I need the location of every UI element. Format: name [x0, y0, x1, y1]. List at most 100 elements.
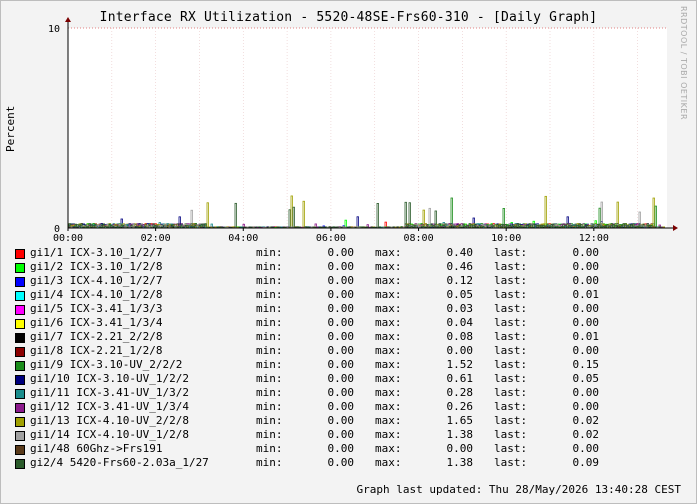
legend-row: gi1/13 ICX-4.10-UV_2/2/8 min: 0.00 max: 1.65…: [0, 414, 697, 428]
max-value: 1.38: [446, 428, 474, 441]
last-label: last:: [494, 330, 528, 343]
chart-area: 12:0014:0016:0018:0020:0022:0000:0002:00…: [48, 17, 678, 244]
legend-series-name: gi1/3 ICX-4.10_1/2/7: [30, 274, 163, 287]
min-value: 0.00: [327, 414, 355, 427]
max-label: max:: [375, 456, 402, 469]
last-value: 0.00: [572, 302, 600, 315]
max-value: 0.05: [446, 288, 474, 301]
last-label: last:: [494, 400, 528, 413]
x-tick-label: 08:00: [403, 233, 433, 244]
max-value: 0.00: [446, 344, 474, 357]
legend-series-name: gi1/11 ICX-3.41-UV_1/3/2: [30, 386, 189, 399]
y-tick-label: 10: [48, 24, 60, 35]
last-value: 0.02: [572, 414, 600, 427]
max-value: 0.04: [446, 316, 474, 329]
min-label: min:: [256, 372, 283, 385]
min-label: min:: [256, 414, 283, 427]
min-label: min:: [256, 288, 283, 301]
min-value: 0.00: [327, 302, 355, 315]
legend-row: gi1/4 ICX-4.10_1/2/8 min: 0.00 max: 0.05 last…: [0, 288, 697, 302]
last-updated-text: Graph last updated: Thu 28/May/2026 13:4…: [356, 483, 681, 496]
max-label: max:: [375, 428, 402, 441]
legend-row: gi1/1 ICX-3.10_1/2/7 min: 0.00 max: 0.40 last…: [0, 246, 697, 260]
min-value: 0.00: [327, 442, 355, 455]
legend-row: gi1/7 ICX-2.21_2/2/8 min: 0.00 max: 0.08 last…: [0, 330, 697, 344]
min-label: min:: [256, 400, 283, 413]
last-label: last:: [494, 344, 528, 357]
legend-swatch: [15, 445, 25, 455]
legend-row: gi1/3 ICX-4.10_1/2/7 min: 0.00 max: 0.12 last…: [0, 274, 697, 288]
legend-row: gi1/6 ICX-3.41_1/3/4 min: 0.00 max: 0.04 last…: [0, 316, 697, 330]
legend-swatch: [15, 319, 25, 329]
legend-series-name: gi1/7 ICX-2.21_2/2/8: [30, 330, 163, 343]
max-value: 1.38: [446, 456, 474, 469]
max-label: max:: [375, 274, 402, 287]
min-value: 0.00: [327, 260, 355, 273]
legend-row: gi1/9 ICX-3.10-UV_2/2/2 min: 0.00 max: 1.52 l…: [0, 358, 697, 372]
legend-row: gi1/2 ICX-3.10_1/2/8 min: 0.00 max: 0.46 last…: [0, 260, 697, 274]
y-axis-arrow: [65, 17, 71, 22]
min-label: min:: [256, 274, 283, 287]
max-label: max:: [375, 302, 402, 315]
max-value: 0.00: [446, 442, 474, 455]
min-value: 0.00: [327, 400, 355, 413]
min-label: min:: [256, 442, 283, 455]
last-label: last:: [494, 372, 528, 385]
legend-series-name: gi1/2 ICX-3.10_1/2/8: [30, 260, 163, 273]
min-label: min:: [256, 428, 283, 441]
x-axis-arrow: [673, 225, 678, 231]
min-value: 0.00: [327, 316, 355, 329]
max-label: max:: [375, 330, 402, 343]
min-label: min:: [256, 316, 283, 329]
legend-swatch: [15, 291, 25, 301]
legend-series-name: gi1/5 ICX-3.41_1/3/3: [30, 302, 163, 315]
legend-series-name: gi1/14 ICX-4.10-UV_1/2/8: [30, 428, 189, 441]
legend-swatch: [15, 403, 25, 413]
max-value: 1.65: [446, 414, 474, 427]
last-value: 0.00: [572, 442, 600, 455]
last-value: 0.02: [572, 428, 600, 441]
max-label: max:: [375, 260, 402, 273]
legend-swatch: [15, 347, 25, 357]
last-label: last:: [494, 358, 528, 371]
legend-row: gi1/11 ICX-3.41-UV_1/3/2 min: 0.00 max: 0.28…: [0, 386, 697, 400]
max-value: 0.40: [446, 246, 474, 259]
legend-series-name: gi1/12 ICX-3.41-UV_1/3/4: [30, 400, 189, 413]
legend-row: gi1/12 ICX-3.41-UV_1/3/4 min: 0.00 max: 0.26…: [0, 400, 697, 414]
legend-row: gi2/4 5420-Frs60-2.03a_1/27 min: 0.00 max: 1…: [0, 456, 697, 470]
legend-swatch: [15, 361, 25, 371]
x-tick-label: 04:00: [228, 233, 258, 244]
x-tick-label: 02:00: [141, 233, 171, 244]
legend-swatch: [15, 431, 25, 441]
legend-swatch: [15, 333, 25, 343]
max-label: max:: [375, 344, 402, 357]
min-label: min:: [256, 260, 283, 273]
max-label: max:: [375, 414, 402, 427]
legend-series-name: gi1/13 ICX-4.10-UV_2/2/8: [30, 414, 189, 427]
min-label: min:: [256, 330, 283, 343]
x-tick-label: 10:00: [491, 233, 521, 244]
last-label: last:: [494, 246, 528, 259]
min-value: 0.00: [327, 386, 355, 399]
legend-row: gi1/5 ICX-3.41_1/3/3 min: 0.00 max: 0.03 last…: [0, 302, 697, 316]
last-value: 0.00: [572, 246, 600, 259]
last-label: last:: [494, 414, 528, 427]
legend-row: gi1/10 ICX-3.10-UV_1/2/2 min: 0.00 max: 0.61…: [0, 372, 697, 386]
legend-swatch: [15, 417, 25, 427]
max-value: 0.08: [446, 330, 474, 343]
max-label: max:: [375, 246, 402, 259]
grid: [67, 27, 667, 228]
last-value: 0.00: [572, 344, 600, 357]
last-label: last:: [494, 428, 528, 441]
legend-row: gi1/48 60Ghz->Frs191 min: 0.00 max: 0.00 last…: [0, 442, 697, 456]
last-label: last:: [494, 442, 528, 455]
max-value: 0.61: [446, 372, 474, 385]
legend-swatch: [15, 375, 25, 385]
max-value: 1.52: [446, 358, 474, 371]
max-value: 0.28: [446, 386, 474, 399]
legend-series-name: gi1/9 ICX-3.10-UV_2/2/2: [30, 358, 183, 371]
min-label: min:: [256, 344, 283, 357]
last-label: last:: [494, 288, 528, 301]
y-tick-label: 0: [54, 224, 60, 235]
max-value: 0.26: [446, 400, 474, 413]
